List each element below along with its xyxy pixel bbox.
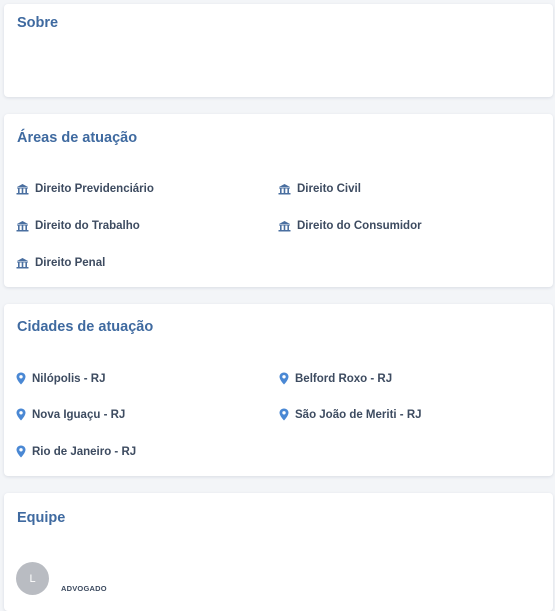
building-icon bbox=[16, 220, 29, 232]
city-label: Nilópolis - RJ bbox=[32, 372, 106, 385]
practice-area-item: Direito do Trabalho bbox=[16, 220, 140, 232]
team-member-role: ADVOGADO bbox=[61, 584, 107, 593]
practice-area-item: Direito do Consumidor bbox=[278, 220, 422, 232]
map-pin-icon bbox=[279, 372, 289, 385]
building-icon bbox=[16, 183, 29, 195]
practice-area-label: Direito Penal bbox=[35, 257, 106, 269]
cities-title: Cidades de atuação bbox=[17, 319, 154, 335]
practice-area-item: Direito Civil bbox=[278, 183, 361, 195]
practice-area-item: Direito Previdenciário bbox=[16, 183, 154, 195]
city-label: São João de Meriti - RJ bbox=[295, 408, 422, 421]
practice-areas-title: Áreas de atuação bbox=[17, 130, 138, 146]
practice-area-label: Direito Previdenciário bbox=[35, 183, 154, 195]
building-icon bbox=[278, 220, 291, 232]
about-card: Sobre bbox=[4, 4, 553, 97]
building-icon bbox=[278, 183, 291, 195]
team-card: Equipe L ADVOGADO bbox=[4, 493, 553, 611]
team-title: Equipe bbox=[17, 510, 66, 526]
practice-area-label: Direito do Consumidor bbox=[297, 220, 422, 232]
city-item: Rio de Janeiro - RJ bbox=[16, 445, 136, 458]
city-item: São João de Meriti - RJ bbox=[279, 408, 422, 421]
avatar[interactable]: L bbox=[16, 562, 49, 595]
city-label: Nova Iguaçu - RJ bbox=[32, 408, 126, 421]
map-pin-icon bbox=[16, 445, 26, 458]
practice-area-label: Direito do Trabalho bbox=[35, 220, 140, 232]
map-pin-icon bbox=[16, 372, 26, 385]
city-label: Belford Roxo - RJ bbox=[295, 372, 393, 385]
city-item: Nilópolis - RJ bbox=[16, 372, 105, 385]
city-item: Nova Iguaçu - RJ bbox=[16, 408, 125, 421]
practice-area-item: Direito Penal bbox=[16, 257, 105, 269]
practice-areas-card: Áreas de atuação Direito Previdenciário … bbox=[4, 114, 553, 287]
about-title: Sobre bbox=[17, 15, 59, 31]
map-pin-icon bbox=[279, 408, 289, 421]
practice-area-label: Direito Civil bbox=[297, 183, 361, 195]
city-label: Rio de Janeiro - RJ bbox=[32, 445, 137, 458]
cities-card: Cidades de atuação Nilópolis - RJ Belfor… bbox=[4, 304, 553, 476]
building-icon bbox=[16, 257, 29, 269]
city-item: Belford Roxo - RJ bbox=[279, 372, 392, 385]
map-pin-icon bbox=[16, 408, 26, 421]
